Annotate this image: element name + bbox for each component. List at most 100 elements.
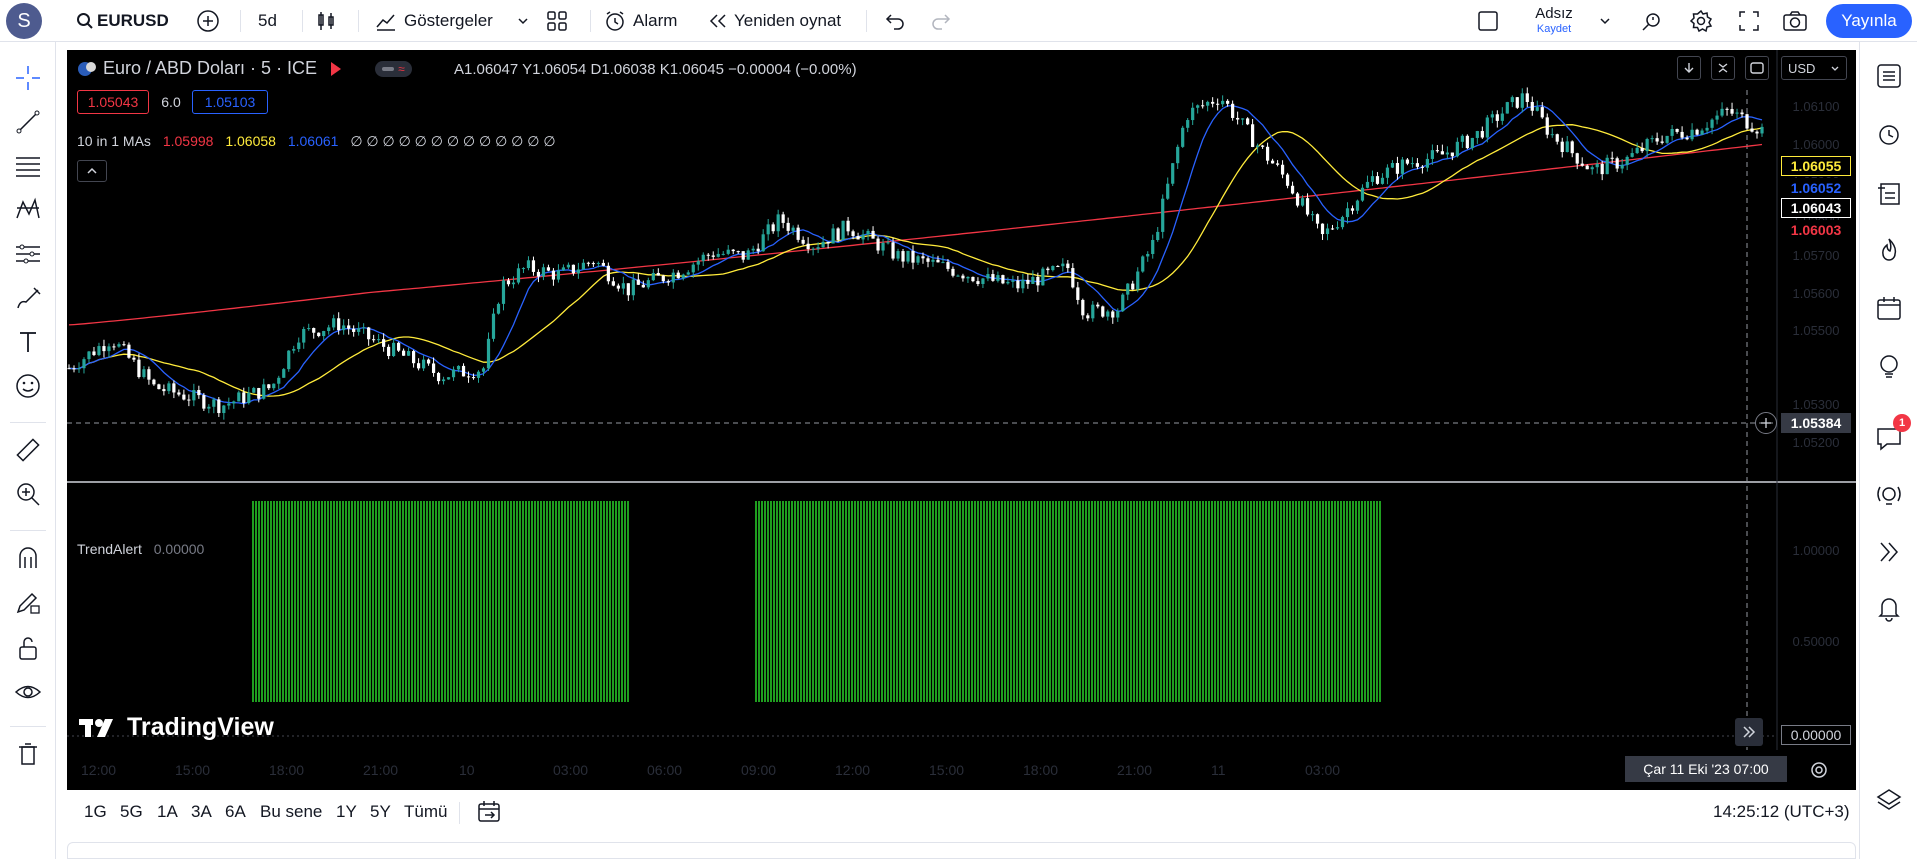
candle-body [976,281,980,284]
undo-button[interactable] [884,0,906,42]
chart-type-button[interactable] [314,0,338,42]
range-1m[interactable]: 1A [157,790,178,834]
brush-tool[interactable] [12,282,44,314]
candle-body [581,262,585,270]
chart-symbol-legend[interactable]: Euro / ABD Doları · 5 · ICE ≈ [77,58,412,79]
price-chart[interactable] [67,50,1856,790]
layout-dropdown[interactable] [1598,0,1612,42]
trend-alert-bar [1307,501,1309,702]
candle-body [851,231,855,237]
ma-line-blue[interactable] [68,105,1763,405]
watchlist-button[interactable] [1873,60,1905,92]
range-3m[interactable]: 3A [191,790,212,834]
stay-drawing-tool[interactable] [12,586,44,618]
templates-button[interactable] [545,0,569,42]
ma-line-red[interactable] [68,143,1763,326]
range-6m[interactable]: 6A [225,790,246,834]
fullscreen-button[interactable] [1738,0,1760,42]
ideas-button[interactable] [1873,350,1905,382]
trend-alert-bar [339,501,341,702]
collapse-icon [1718,63,1728,73]
candle-body [1455,141,1459,157]
range-all[interactable]: Tümü [404,790,447,834]
indicators-dropdown[interactable] [516,0,530,42]
range-ytd[interactable]: Bu sene [260,790,322,834]
trend-alert-bar [1202,501,1204,702]
calendar-button[interactable] [1873,292,1905,324]
prediction-tool[interactable] [12,238,44,270]
range-5y[interactable]: 5Y [370,790,391,834]
range-1y[interactable]: 1Y [336,790,357,834]
ask-price-button[interactable]: 1.05103 [192,90,268,114]
crosshair-tool[interactable] [12,62,44,94]
candle-body [1680,131,1684,138]
ma-empty-values: ∅ ∅ ∅ ∅ ∅ ∅ ∅ ∅ ∅ ∅ ∅ ∅ ∅ [350,133,556,149]
trend-alert-bar [1013,501,1015,702]
trend-alert-bar [773,501,775,702]
goto-date-button[interactable] [477,790,503,834]
tradingview-watermark[interactable]: TradingView [79,713,274,742]
magnet-tool[interactable] [12,542,44,574]
candle-body [202,395,206,409]
candle-body [127,344,131,358]
maximize-pane-button[interactable] [1745,56,1769,80]
indicator-legend[interactable]: TrendAlert 0.00000 [77,541,204,557]
settings-button[interactable] [1689,0,1713,42]
alerts-panel-button[interactable] [1873,118,1905,150]
chart-settings-button[interactable] [1809,760,1829,785]
time-tick: 21:00 [363,762,399,778]
indicators-button[interactable]: Göstergeler [374,0,493,42]
publish-button[interactable]: Yayınla [1826,4,1912,38]
range-5d[interactable]: 5G [120,790,143,834]
alert-button[interactable]: Alarm [603,0,677,42]
layers-button[interactable] [1873,784,1905,816]
measure-tool[interactable] [12,434,44,466]
timezone-clock[interactable]: 14:25:12 (UTC+3) [1713,790,1850,834]
trend-alert-bar [399,501,401,702]
symbol-search-button[interactable]: EURUSD [76,0,169,42]
zoom-tool[interactable] [12,478,44,510]
notifications-button[interactable] [1873,592,1905,624]
user-avatar[interactable]: S [6,3,42,39]
collapse-pane-button[interactable] [1711,56,1735,80]
text-tool[interactable] [12,326,44,358]
redo-button[interactable] [930,0,952,42]
hide-drawings-tool[interactable] [12,676,44,708]
add-alert-button[interactable] [1755,412,1777,434]
replay-panel-button[interactable] [1873,536,1905,568]
ma-legend[interactable]: 10 in 1 MAs 1.05998 1.06058 1.06061 ∅ ∅ … [77,133,556,150]
pencil-lock-icon [16,592,40,614]
object-tree-button[interactable] [1873,178,1905,210]
candle-body [1635,147,1639,154]
compare-symbol-button[interactable] [196,0,220,42]
layout-name[interactable]: Adsız Kaydet [1534,5,1574,35]
range-1d[interactable]: 1G [84,790,107,834]
layout-select-button[interactable] [1477,0,1499,42]
hotlists-button[interactable] [1873,234,1905,266]
quick-search-button[interactable] [1640,0,1664,42]
chart-pane[interactable]: Euro / ABD Doları · 5 · ICE ≈ A1.06047 Y… [67,50,1856,790]
collapse-legend-button[interactable] [77,160,107,182]
move-pane-down-button[interactable] [1677,56,1701,80]
bid-price-button[interactable]: 1.05043 [77,90,149,114]
interval-button[interactable]: 5d [258,0,277,42]
candle-body [1385,167,1390,178]
replay-button[interactable]: Yeniden oynat [708,0,841,42]
candle-body [357,328,361,332]
streams-button[interactable] [1873,480,1905,512]
visibility-toggle-icon[interactable]: ≈ [375,60,412,77]
trend-alert-bar [1034,501,1036,702]
save-link[interactable]: Kaydet [1534,23,1574,35]
icons-tool[interactable] [12,370,44,402]
lock-drawings-tool[interactable] [12,632,44,664]
pattern-tool[interactable] [12,194,44,226]
trend-alert-bar [300,501,302,702]
candle-body [956,275,960,277]
scroll-to-realtime-button[interactable] [1735,718,1763,746]
snapshot-button[interactable] [1782,0,1808,42]
trend-line-tool[interactable] [12,106,44,138]
remove-drawings-tool[interactable] [12,738,44,770]
currency-select[interactable]: USD [1781,56,1847,80]
fib-tool[interactable] [12,150,44,182]
ma-line-yellow[interactable] [68,124,1763,397]
